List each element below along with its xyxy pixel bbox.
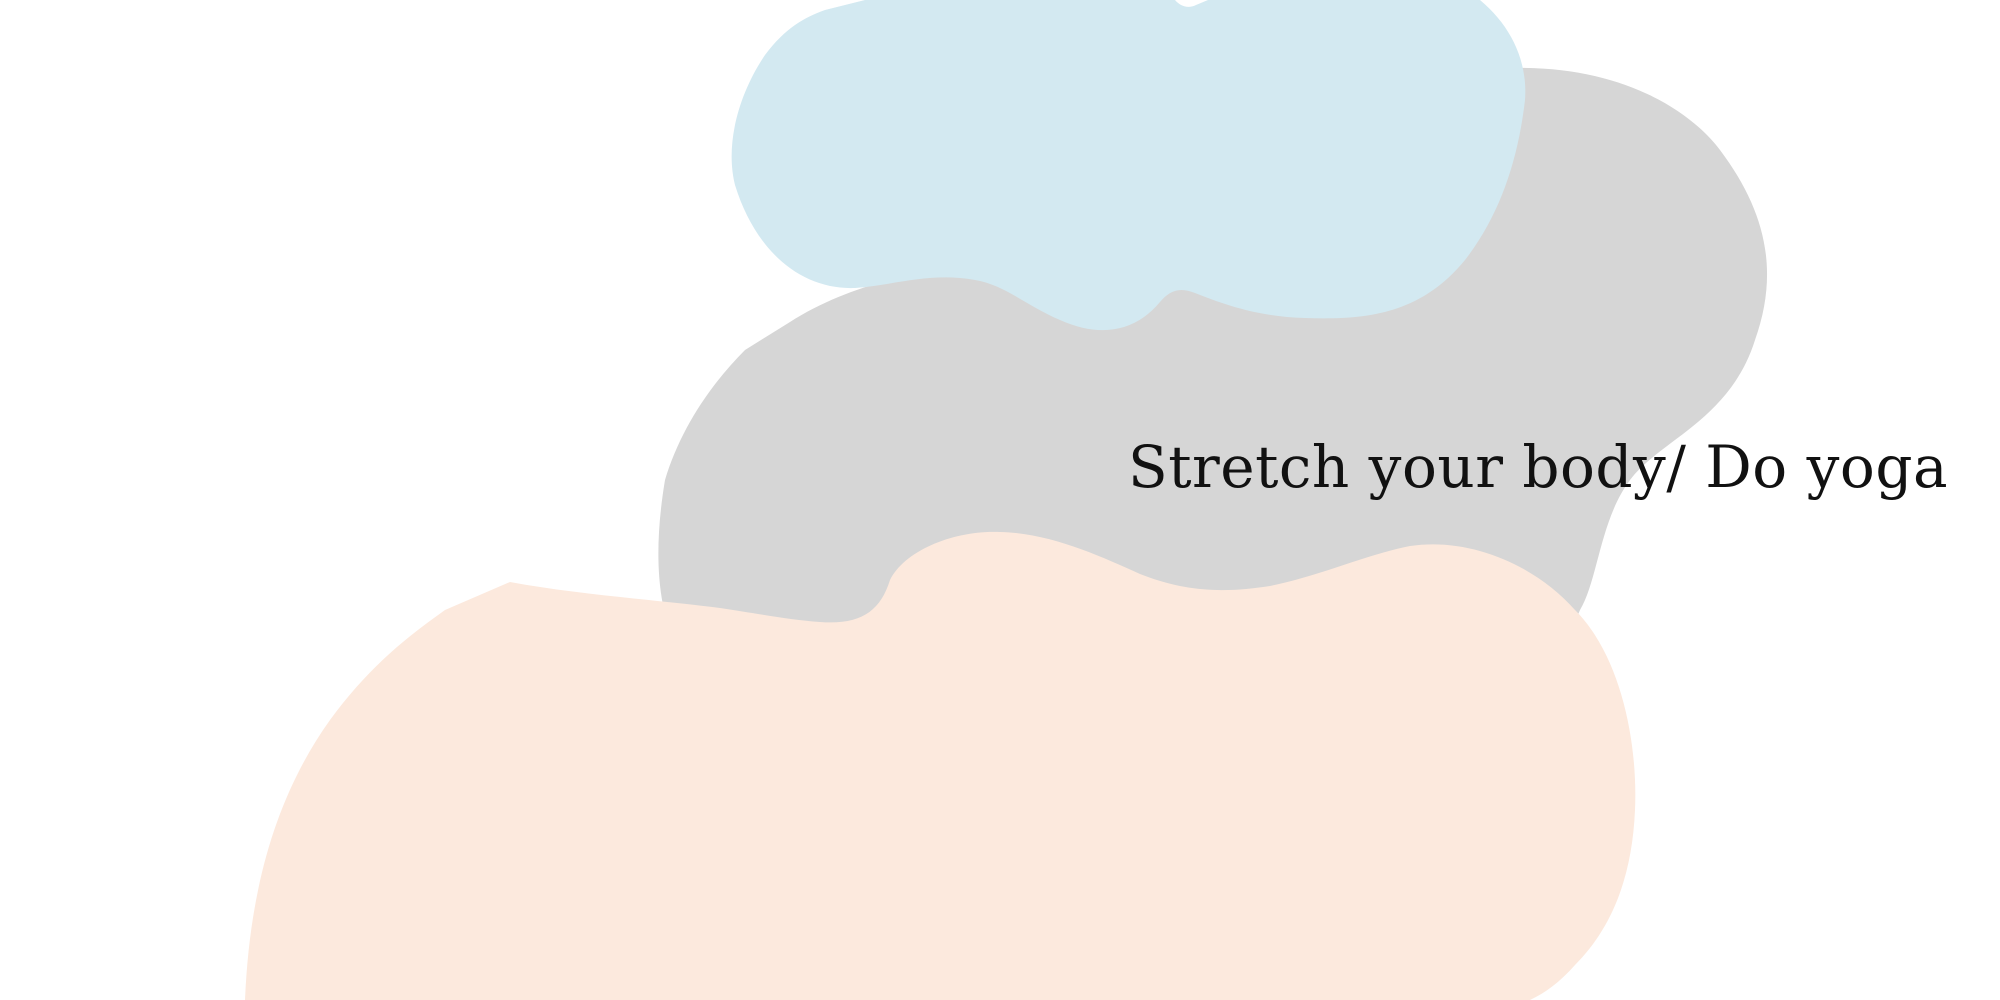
headline-text: Stretch your body/ Do yoga [1128,433,1949,501]
blue-blob [731,0,1526,331]
peach-blob [245,531,1636,1000]
canvas: Stretch your body/ Do yoga [0,0,2000,1000]
